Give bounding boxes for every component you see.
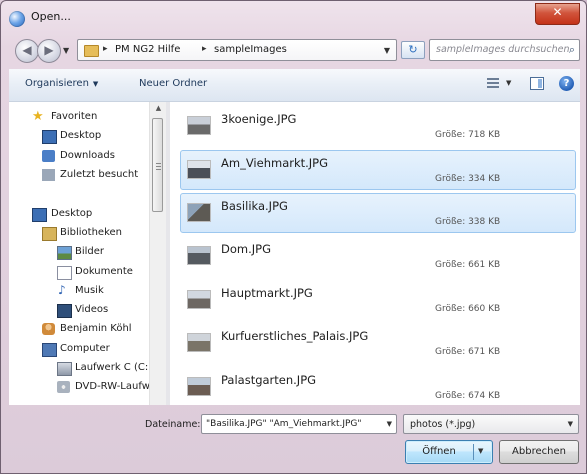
sidebar-item-libraries[interactable]: Bibliotheken xyxy=(9,225,166,243)
navigation-pane: ★ Favoriten Desktop Downloads Zuletzt bes… xyxy=(9,102,166,405)
drive-icon xyxy=(57,362,72,376)
image-thumbnail xyxy=(187,377,211,396)
breadcrumb-separator-icon: ▸ xyxy=(103,44,108,54)
forward-arrow-icon: ▶ xyxy=(44,43,54,57)
file-item-dom[interactable]: Dom.JPG Größe: 661 KB xyxy=(180,236,576,276)
sidebar-item-desktop-root[interactable]: Desktop xyxy=(9,206,166,224)
new-folder-button[interactable]: Neuer Ordner xyxy=(139,78,207,89)
computer-icon xyxy=(42,343,57,357)
open-button-label: Öffnen xyxy=(422,446,456,457)
close-button[interactable]: ✕ xyxy=(535,3,580,25)
sidebar-item-favorites[interactable]: ★ Favoriten xyxy=(9,109,166,127)
music-icon: ♪ xyxy=(58,283,66,297)
chevron-down-icon[interactable]: ▼ xyxy=(387,420,392,428)
search-input[interactable]: sampleImages durchsuchen ⌕ xyxy=(429,39,580,61)
breadcrumb-separator-icon: ▸ xyxy=(202,44,207,54)
user-icon xyxy=(42,323,55,335)
file-item-3koenige[interactable]: 3koenige.JPG Größe: 718 KB xyxy=(180,106,576,146)
desktop-icon xyxy=(32,208,47,222)
sidebar-item-recent[interactable]: Zuletzt besucht xyxy=(9,167,166,185)
library-icon xyxy=(42,227,57,241)
sidebar-item-videos[interactable]: Videos xyxy=(9,302,166,320)
file-list: 3koenige.JPG Größe: 718 KB Am_Viehmarkt.… xyxy=(170,102,580,405)
close-icon: ✕ xyxy=(552,5,563,19)
filename-input[interactable]: "Basilika.JPG" "Am_Viehmarkt.JPG" ▼ xyxy=(201,414,397,434)
dialog-footer: Dateiname: "Basilika.JPG" "Am_Viehmarkt.… xyxy=(9,405,580,473)
forward-button[interactable]: ▶ xyxy=(37,39,61,63)
back-button[interactable]: ◀ xyxy=(15,39,39,63)
sidebar-item-downloads[interactable]: Downloads xyxy=(9,148,166,166)
search-placeholder: sampleImages durchsuchen xyxy=(436,44,570,55)
back-arrow-icon: ◀ xyxy=(22,43,32,57)
filename-value: "Basilika.JPG" "Am_Viehmarkt.JPG" xyxy=(206,419,362,429)
views-dropdown-icon[interactable]: ▼ xyxy=(506,79,511,87)
cancel-button-label: Abbrechen xyxy=(512,446,566,457)
window-title: Open... xyxy=(31,10,71,23)
desktop-icon xyxy=(42,130,57,144)
search-icon[interactable]: ⌕ xyxy=(569,43,575,57)
downloads-icon xyxy=(42,150,55,162)
preview-pane-icon[interactable] xyxy=(530,77,544,90)
file-item-hauptmarkt[interactable]: Hauptmarkt.JPG Größe: 660 KB xyxy=(180,280,576,320)
cancel-button[interactable]: Abbrechen xyxy=(499,440,579,464)
title-bar: Open... ✕ xyxy=(1,1,586,35)
breadcrumb-sampleimages[interactable]: sampleImages xyxy=(214,44,287,55)
open-options-dropdown-icon[interactable]: ▼ xyxy=(478,447,483,455)
file-item-palastgarten[interactable]: Palastgarten.JPG Größe: 674 KB xyxy=(180,367,576,405)
sidebar-item-music[interactable]: ♪ Musik xyxy=(9,283,166,301)
navigation-bar: ◀ ▶ ▼ ▸ PM NG2 Hilfe ▸ sampleImages ▼ ↻ … xyxy=(9,38,580,64)
breadcrumb-pm-ng2-hilfe[interactable]: PM NG2 Hilfe xyxy=(115,44,180,55)
scrollbar-thumb[interactable] xyxy=(152,118,163,212)
sidebar-item-desktop[interactable]: Desktop xyxy=(9,128,166,146)
grip-icon xyxy=(156,163,161,170)
sidebar-item-dvd[interactable]: DVD-RW-Laufwerk xyxy=(9,379,166,397)
open-button[interactable]: Öffnen ▼ xyxy=(405,440,493,464)
image-thumbnail xyxy=(187,333,211,352)
filename-label: Dateiname: xyxy=(145,419,201,430)
file-type-select[interactable]: photos (*.jpg) ▼ xyxy=(403,414,579,434)
address-bar[interactable]: ▸ PM NG2 Hilfe ▸ sampleImages ▼ xyxy=(77,39,397,61)
star-icon: ★ xyxy=(32,109,44,124)
open-dialog: Open... ✕ ◀ ▶ ▼ ▸ PM NG2 Hilfe ▸ sampleI… xyxy=(0,0,587,474)
command-bar: Organisieren ▼ Neuer Ordner ▼ ? xyxy=(9,69,580,102)
recent-locations-dropdown[interactable]: ▼ xyxy=(63,46,69,55)
app-icon xyxy=(9,11,25,27)
sidebar-item-documents[interactable]: Dokumente xyxy=(9,264,166,282)
views-icon[interactable] xyxy=(487,78,499,90)
refresh-button[interactable]: ↻ xyxy=(401,41,425,59)
file-item-kurfuerstliches-palais[interactable]: Kurfuerstliches_Palais.JPG Größe: 671 KB xyxy=(180,323,576,363)
file-type-value: photos (*.jpg) xyxy=(410,419,476,430)
sidebar-item-computer[interactable]: Computer xyxy=(9,341,166,359)
file-item-am-viehmarkt[interactable]: Am_Viehmarkt.JPG Größe: 334 KB xyxy=(180,150,576,190)
videos-icon xyxy=(57,304,72,318)
recent-icon xyxy=(42,169,55,181)
scroll-up-icon[interactable]: ▲ xyxy=(150,104,167,112)
file-item-basilika[interactable]: Basilika.JPG Größe: 338 KB xyxy=(180,193,576,233)
help-icon[interactable]: ? xyxy=(559,76,574,91)
chevron-down-icon: ▼ xyxy=(567,420,573,428)
navigation-scrollbar[interactable]: ▲ xyxy=(149,102,167,405)
image-thumbnail xyxy=(187,203,211,222)
image-thumbnail xyxy=(187,116,211,135)
image-thumbnail xyxy=(187,290,211,309)
sidebar-item-user[interactable]: Benjamin Köhl xyxy=(9,321,166,339)
pictures-icon xyxy=(57,246,72,260)
refresh-icon: ↻ xyxy=(408,43,418,56)
organize-button[interactable]: Organisieren ▼ xyxy=(25,78,98,89)
sidebar-item-pictures[interactable]: Bilder xyxy=(9,244,166,262)
dvd-icon xyxy=(57,381,70,393)
folder-icon xyxy=(84,45,99,57)
image-thumbnail xyxy=(187,246,211,265)
address-dropdown-icon[interactable]: ▼ xyxy=(384,46,390,55)
chevron-down-icon: ▼ xyxy=(92,80,99,88)
documents-icon xyxy=(57,266,72,280)
image-thumbnail xyxy=(187,160,211,179)
split-divider xyxy=(473,444,474,460)
sidebar-item-drive-c[interactable]: Laufwerk C (C:) xyxy=(9,360,166,378)
